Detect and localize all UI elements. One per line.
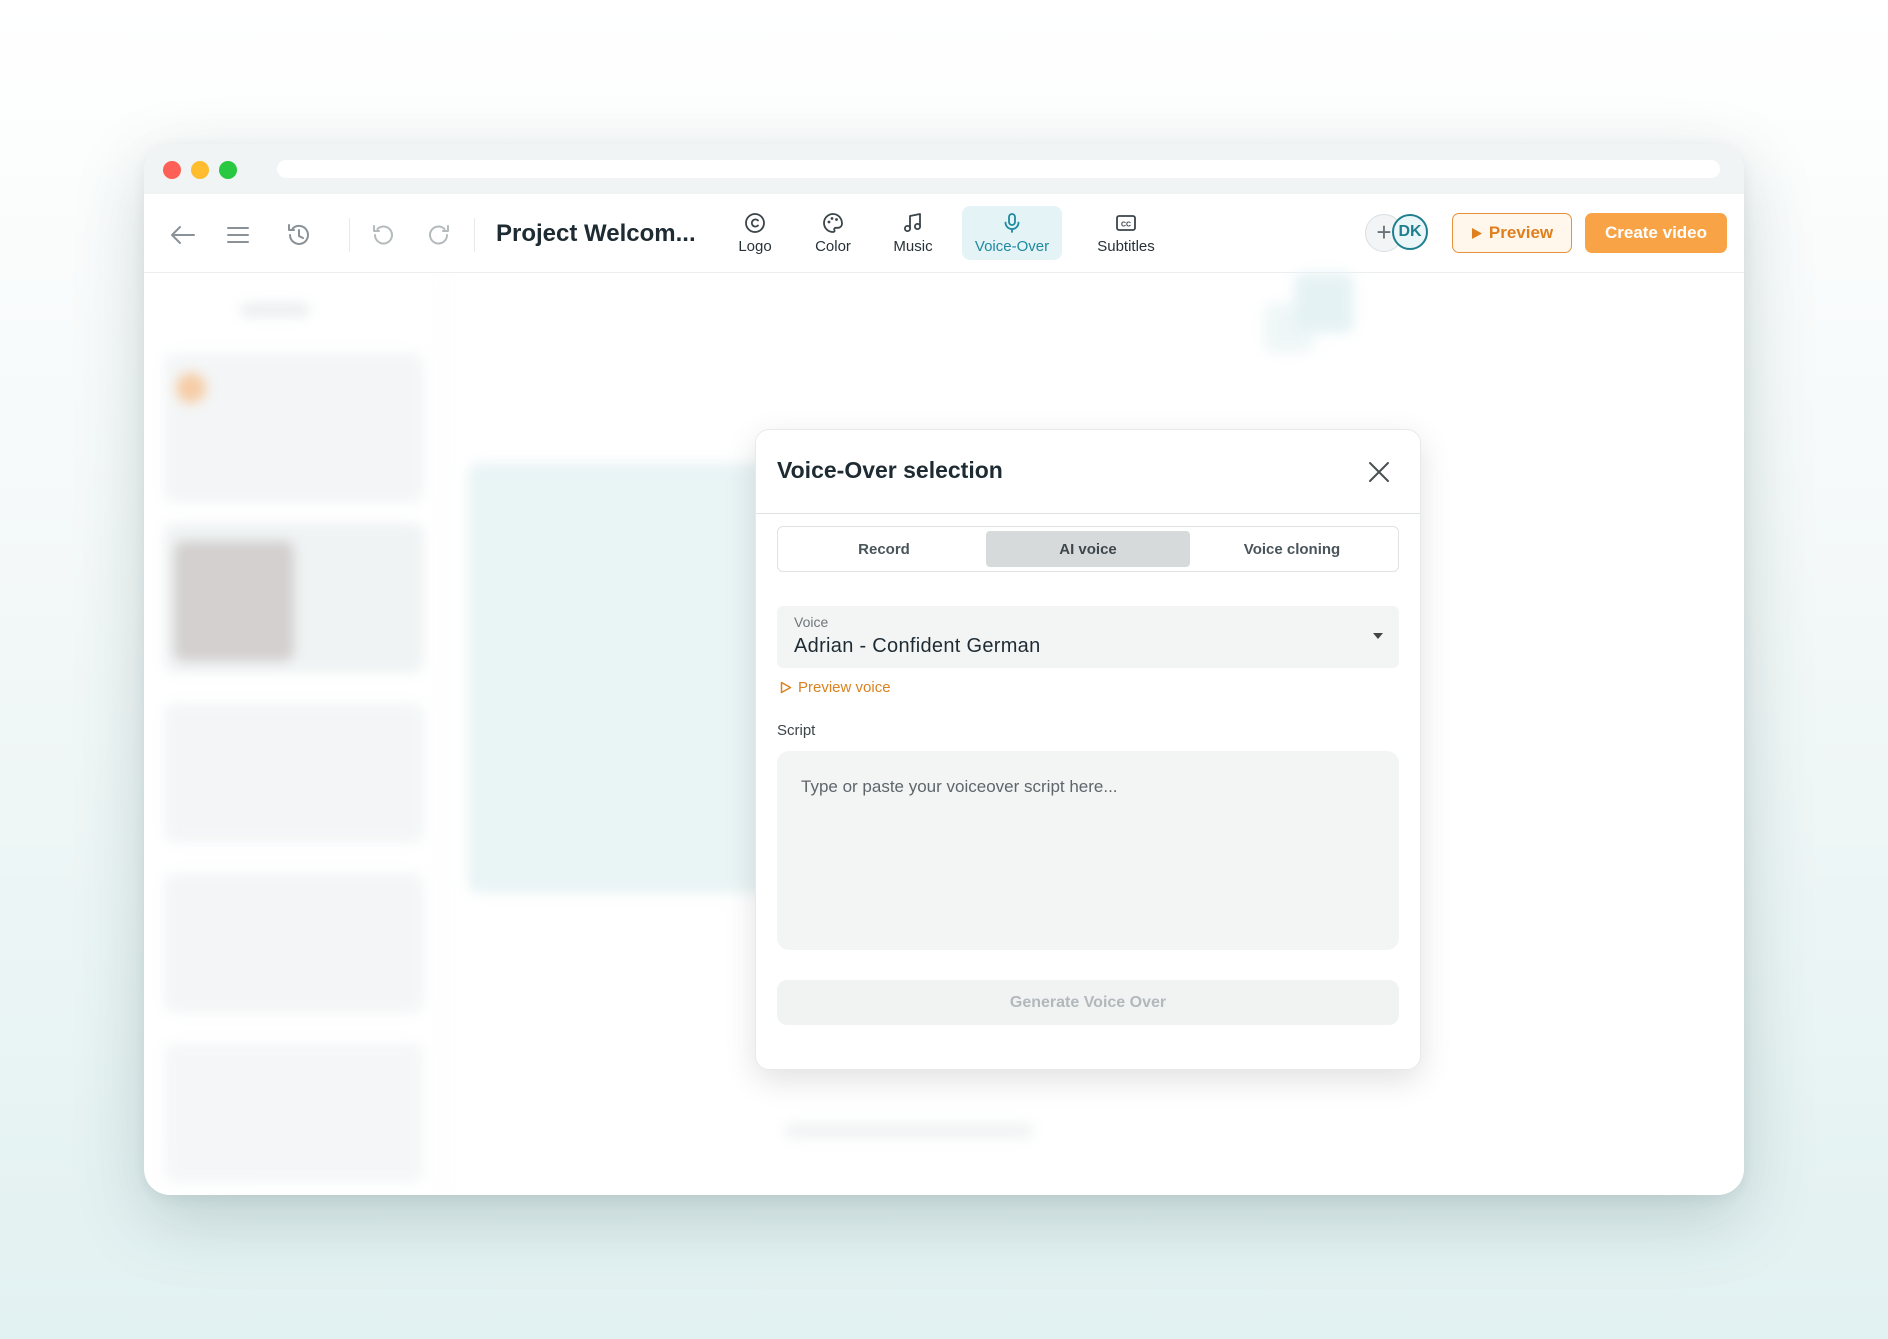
tab-music[interactable]: Music [878,206,948,260]
chevron-down-icon [1373,633,1383,639]
segment-ai-voice[interactable]: AI voice [986,531,1190,567]
blurred-divider [444,273,445,1193]
tab-label: Subtitles [1097,237,1155,255]
svg-text:CC: CC [1121,221,1131,228]
segment-record[interactable]: Record [782,531,986,567]
preview-voice-label: Preview voice [798,679,891,696]
modal-title: Voice-Over selection [777,457,1003,483]
script-placeholder: Type or paste your voiceover script here… [801,777,1118,796]
tab-color[interactable]: Color [800,206,866,260]
tab-label: Logo [738,237,772,255]
history-icon[interactable] [284,220,314,250]
window-titlebar [144,144,1744,194]
preview-button[interactable]: Preview [1452,213,1572,253]
user-avatar[interactable]: DK [1392,214,1428,250]
tab-label: Voice-Over [974,237,1050,255]
tab-label: Music [893,237,933,255]
voice-mode-segmented-control: Record AI voice Voice cloning [777,526,1399,572]
address-bar[interactable] [277,160,1720,178]
blurred-scene-card [164,873,424,1013]
preview-voice-link[interactable]: Preview voice [780,679,891,696]
minimize-window-button[interactable] [191,161,209,179]
voice-select-value: Adrian - Confident German [794,635,1041,657]
script-textarea[interactable]: Type or paste your voiceover script here… [777,751,1399,950]
tab-voice-over[interactable]: Voice-Over [962,206,1062,260]
blurred-scene-card [164,703,424,843]
menu-icon[interactable] [223,220,253,250]
redo-icon[interactable] [424,220,454,250]
palette-icon [823,212,843,233]
blurred-scene-card [164,1043,424,1183]
voice-over-modal: Voice-Over selection Record AI voice Voi… [755,429,1421,1070]
play-outline-icon [780,681,792,694]
preview-button-label: Preview [1488,223,1554,242]
tab-logo[interactable]: Logo [725,206,785,260]
close-window-button[interactable] [163,161,181,179]
voice-select[interactable]: Voice Adrian - Confident German [777,606,1399,668]
tab-subtitles[interactable]: CC Subtitles [1088,206,1164,260]
blurred-label [240,303,310,317]
play-icon [1471,227,1482,239]
tab-label: Color [815,237,851,255]
toolbar-divider [474,218,475,252]
toolbar-divider [349,218,350,252]
copyright-icon [745,212,765,233]
undo-icon[interactable] [368,220,398,250]
blurred-icon [1294,273,1354,333]
maximize-window-button[interactable] [219,161,237,179]
script-label: Script [777,722,816,739]
app-window: Project Welcom... Logo Color Music Voice… [144,144,1744,1195]
project-title[interactable]: Project Welcom... [496,220,696,248]
blurred-dot [176,373,206,403]
create-video-button[interactable]: Create video [1585,213,1727,253]
segment-voice-cloning[interactable]: Voice cloning [1190,531,1394,567]
blurred-thumbnail [174,541,294,661]
microphone-icon [1004,212,1020,233]
blurred-row [784,1123,1034,1139]
blurred-canvas [468,463,778,893]
modal-divider [756,513,1420,514]
blurred-scene-card [164,353,424,503]
back-arrow-icon[interactable] [168,220,198,250]
closed-captions-icon: CC [1116,214,1136,231]
close-icon[interactable] [1365,458,1393,486]
voice-select-label: Voice [794,614,829,630]
generate-voice-over-button[interactable]: Generate Voice Over [777,980,1399,1025]
music-note-icon [904,212,921,232]
